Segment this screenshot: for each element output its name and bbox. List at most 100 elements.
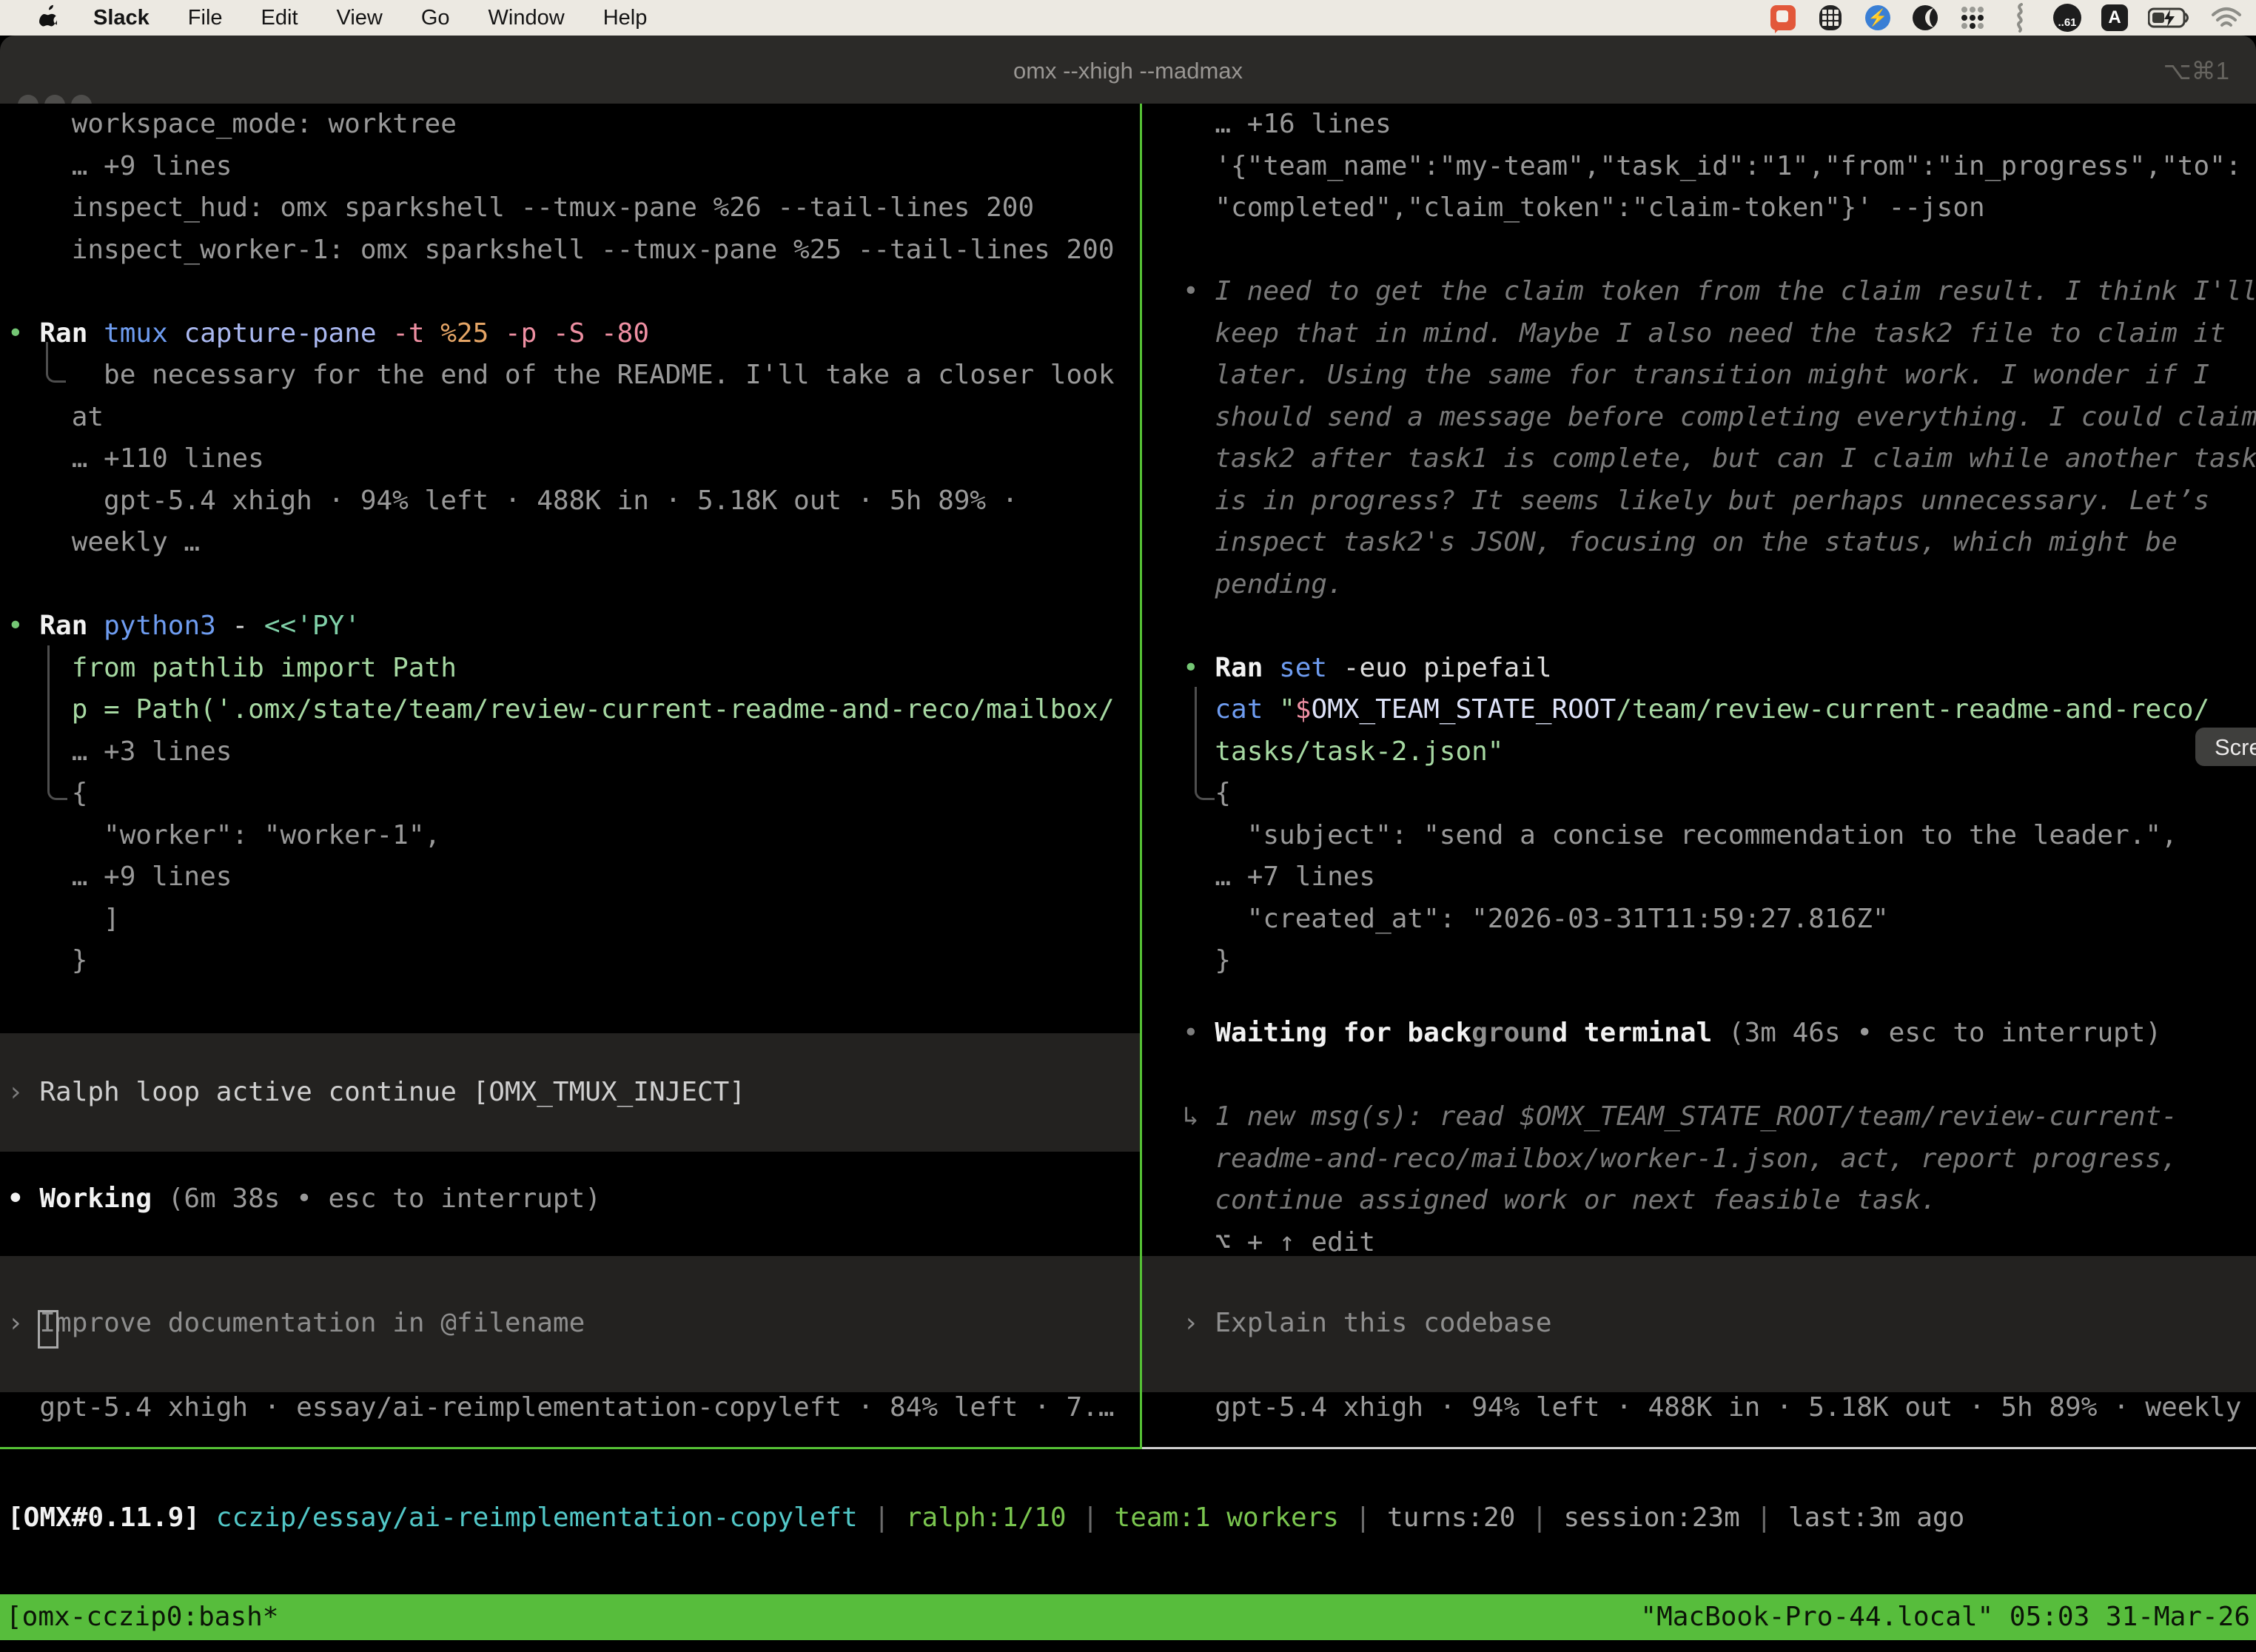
terminal-line: at: [7, 397, 1115, 439]
terminal-line: • Waiting for background terminal (3m 46…: [1183, 1013, 2161, 1055]
session-status-left: gpt-5.4 xhigh · essay/ai-reimplementatio…: [7, 1387, 1115, 1429]
terminal-line: {: [7, 773, 1115, 815]
window-title-bar: omx --xhigh --madmax ⌥⌘1: [0, 36, 2256, 104]
menu-item-view[interactable]: View: [337, 6, 383, 30]
terminal-line: gpt-5.4 xhigh · 94% left · 488K in · 5.1…: [1183, 1387, 2256, 1429]
tmux-status-bar: [omx-cczip0:bash* "MacBook-Pro-44.local"…: [0, 1594, 2256, 1640]
terminal-line: cat "$OMX_TEAM_STATE_ROOT/team/review-cu…: [1183, 689, 2256, 731]
session-status-right: gpt-5.4 xhigh · 94% left · 488K in · 5.1…: [1183, 1387, 2256, 1429]
pane-border-bottom-left: [0, 1447, 1142, 1449]
pane-border-bottom-right: [1142, 1447, 2256, 1449]
terminal-line: task2 after task1 is complete, but can I…: [1183, 438, 2256, 480]
terminal-line: gpt-5.4 xhigh · 94% left · 488K in · 5.1…: [7, 480, 1115, 523]
prompt-input-right[interactable]: › Explain this codebase: [1142, 1256, 2256, 1392]
screen-tooltip: Scre: [2195, 728, 2256, 766]
prompt-chevron: ›: [7, 1308, 39, 1338]
terminal-line: ↳ 1 new msg(s): read $OMX_TEAM_STATE_ROO…: [1183, 1096, 2178, 1138]
terminal-line: • Ran tmux capture-pane -t %25 -p -S -80: [7, 313, 1115, 355]
menu-item-go[interactable]: Go: [421, 6, 450, 30]
terminal-line: inspect_worker-1: omx sparkshell --tmux-…: [7, 229, 1115, 272]
terminal-line: • I need to get the claim token from the…: [1183, 271, 2256, 313]
terminal-line: ]: [7, 899, 1115, 941]
menu-item-edit[interactable]: Edit: [261, 6, 298, 30]
mailbox-message: ↳ 1 new msg(s): read $OMX_TEAM_STATE_ROO…: [1183, 1096, 2178, 1263]
terminal-line: [OMX#0.11.9] cczip/essay/ai-reimplementa…: [7, 1497, 1964, 1539]
omx-hud-line: [OMX#0.11.9] cczip/essay/ai-reimplementa…: [7, 1497, 1964, 1539]
menubar-status-icons: ⚡ ..61: [1769, 4, 2243, 32]
menu-item-slack[interactable]: Slack: [93, 6, 150, 30]
tmux-session-window[interactable]: [omx-cczip0:bash*: [6, 1594, 278, 1640]
menu-item-file[interactable]: File: [188, 6, 223, 30]
terminal-line: … +16 lines: [1183, 104, 2256, 146]
terminal-line: weekly …: [7, 522, 1115, 564]
apple-menu-icon[interactable]: [38, 4, 61, 31]
tmux-host-clock: "MacBook-Pro-44.local" 05:03 31-Mar-26: [1640, 1594, 2250, 1640]
text-cursor: I: [39, 1308, 56, 1338]
terminal-line: from pathlib import Path: [7, 648, 1115, 690]
menu-item-window[interactable]: Window: [489, 6, 565, 30]
terminal-line: [7, 271, 1115, 313]
moon-circle-icon[interactable]: [1911, 4, 1939, 32]
terminal-line: readme-and-reco/mailbox/worker-1.json, a…: [1183, 1138, 2178, 1181]
output-guide-line: [47, 645, 67, 800]
terminal-line: … +7 lines: [1183, 856, 2256, 899]
menu-bar: Slack File Edit View Go Window Help ⚡: [0, 0, 2256, 36]
terminal-line: later. Using the same for transition mig…: [1183, 355, 2256, 397]
battery-icon[interactable]: [2148, 4, 2191, 32]
terminal-line: inspect_hud: omx sparkshell --tmux-pane …: [7, 187, 1115, 229]
terminal-line: is in progress? It seems likely but perh…: [1183, 480, 2256, 523]
terminal-line: … +9 lines: [7, 856, 1115, 899]
squiggle-icon[interactable]: [2006, 4, 2034, 32]
terminal-line: … +110 lines: [7, 438, 1115, 480]
terminal-pane-left: workspace_mode: worktree … +9 lines insp…: [7, 104, 1115, 982]
terminal-line: … +3 lines: [7, 731, 1115, 773]
menu-items: Slack File Edit View Go Window Help: [93, 6, 647, 30]
working-status: • Working (6m 38s • esc to interrupt): [7, 1178, 601, 1220]
terminal-line: should send a message before completing …: [1183, 397, 2256, 439]
terminal-line: }: [7, 940, 1115, 982]
ralph-loop-banner: › Ralph loop active continue [OMX_TMUX_I…: [0, 1033, 1140, 1152]
waiting-status: • Waiting for background terminal (3m 46…: [1183, 1013, 2161, 1055]
terminal-line: [1183, 605, 2256, 648]
terminal-line: pending.: [1183, 564, 2256, 606]
screen: Slack File Edit View Go Window Help ⚡: [0, 0, 2256, 1652]
terminal-line: [7, 564, 1115, 606]
assistant-a-icon[interactable]: A: [2101, 4, 2129, 32]
input-placeholder: mprove documentation in @filename: [56, 1308, 585, 1338]
terminal-line: • Ran python3 - <<'PY': [7, 605, 1115, 648]
window-shortcut-hint: ⌥⌘1: [2163, 36, 2229, 104]
terminal-line: {: [1183, 773, 2256, 815]
terminal-pane-right: … +16 lines '{"team_name":"my-team","tas…: [1183, 104, 2256, 982]
terminal-line: tasks/task-2.json": [1183, 731, 2256, 773]
terminal-line: inspect task2's JSON, focusing on the st…: [1183, 522, 2256, 564]
terminal-line: [1183, 229, 2256, 272]
output-guide-line: [46, 342, 66, 383]
bolt-circle-icon[interactable]: ⚡: [1864, 4, 1892, 32]
terminal-line: }: [1183, 940, 2256, 982]
terminal-line: continue assigned work or next feasible …: [1183, 1180, 2178, 1222]
terminal-line: keep that in mind. Maybe I also need the…: [1183, 313, 2256, 355]
terminal-line: › Ralph loop active continue [OMX_TMUX_I…: [7, 1072, 1140, 1114]
terminal-line: gpt-5.4 xhigh · essay/ai-reimplementatio…: [7, 1387, 1115, 1429]
prompt-chevron: ›: [1183, 1308, 1215, 1338]
input-placeholder: Explain this codebase: [1215, 1308, 1551, 1338]
terminal-line: "completed","claim_token":"claim-token"}…: [1183, 187, 2256, 229]
menu-item-help[interactable]: Help: [603, 6, 648, 30]
chat-app-icon[interactable]: [1769, 4, 1797, 32]
terminal-line: • Working (6m 38s • esc to interrupt): [7, 1178, 601, 1220]
dots-grid-icon[interactable]: [1958, 4, 1987, 32]
terminal-line: "worker": "worker-1",: [7, 815, 1115, 857]
shield-grid-icon[interactable]: [1816, 4, 1844, 32]
prompt-input-left[interactable]: › Improve documentation in @filename: [0, 1256, 1140, 1392]
window-title: omx --xhigh --madmax: [0, 36, 2256, 104]
wifi-icon[interactable]: [2210, 4, 2243, 32]
terminal-line: "subject": "send a concise recommendatio…: [1183, 815, 2256, 857]
terminal-line: … +9 lines: [7, 146, 1115, 188]
terminal-line: workspace_mode: worktree: [7, 104, 1115, 146]
terminal-line: • Ran set -euo pipefail: [1183, 648, 2256, 690]
terminal-line: '{"team_name":"my-team","task_id":"1","f…: [1183, 146, 2256, 188]
pane-divider[interactable]: [1140, 104, 1142, 1448]
terminal-line: be necessary for the end of the README. …: [7, 355, 1115, 397]
terminal-line: "created_at": "2026-03-31T11:59:27.816Z": [1183, 899, 2256, 941]
badge-61-icon[interactable]: ..61: [2053, 4, 2081, 32]
